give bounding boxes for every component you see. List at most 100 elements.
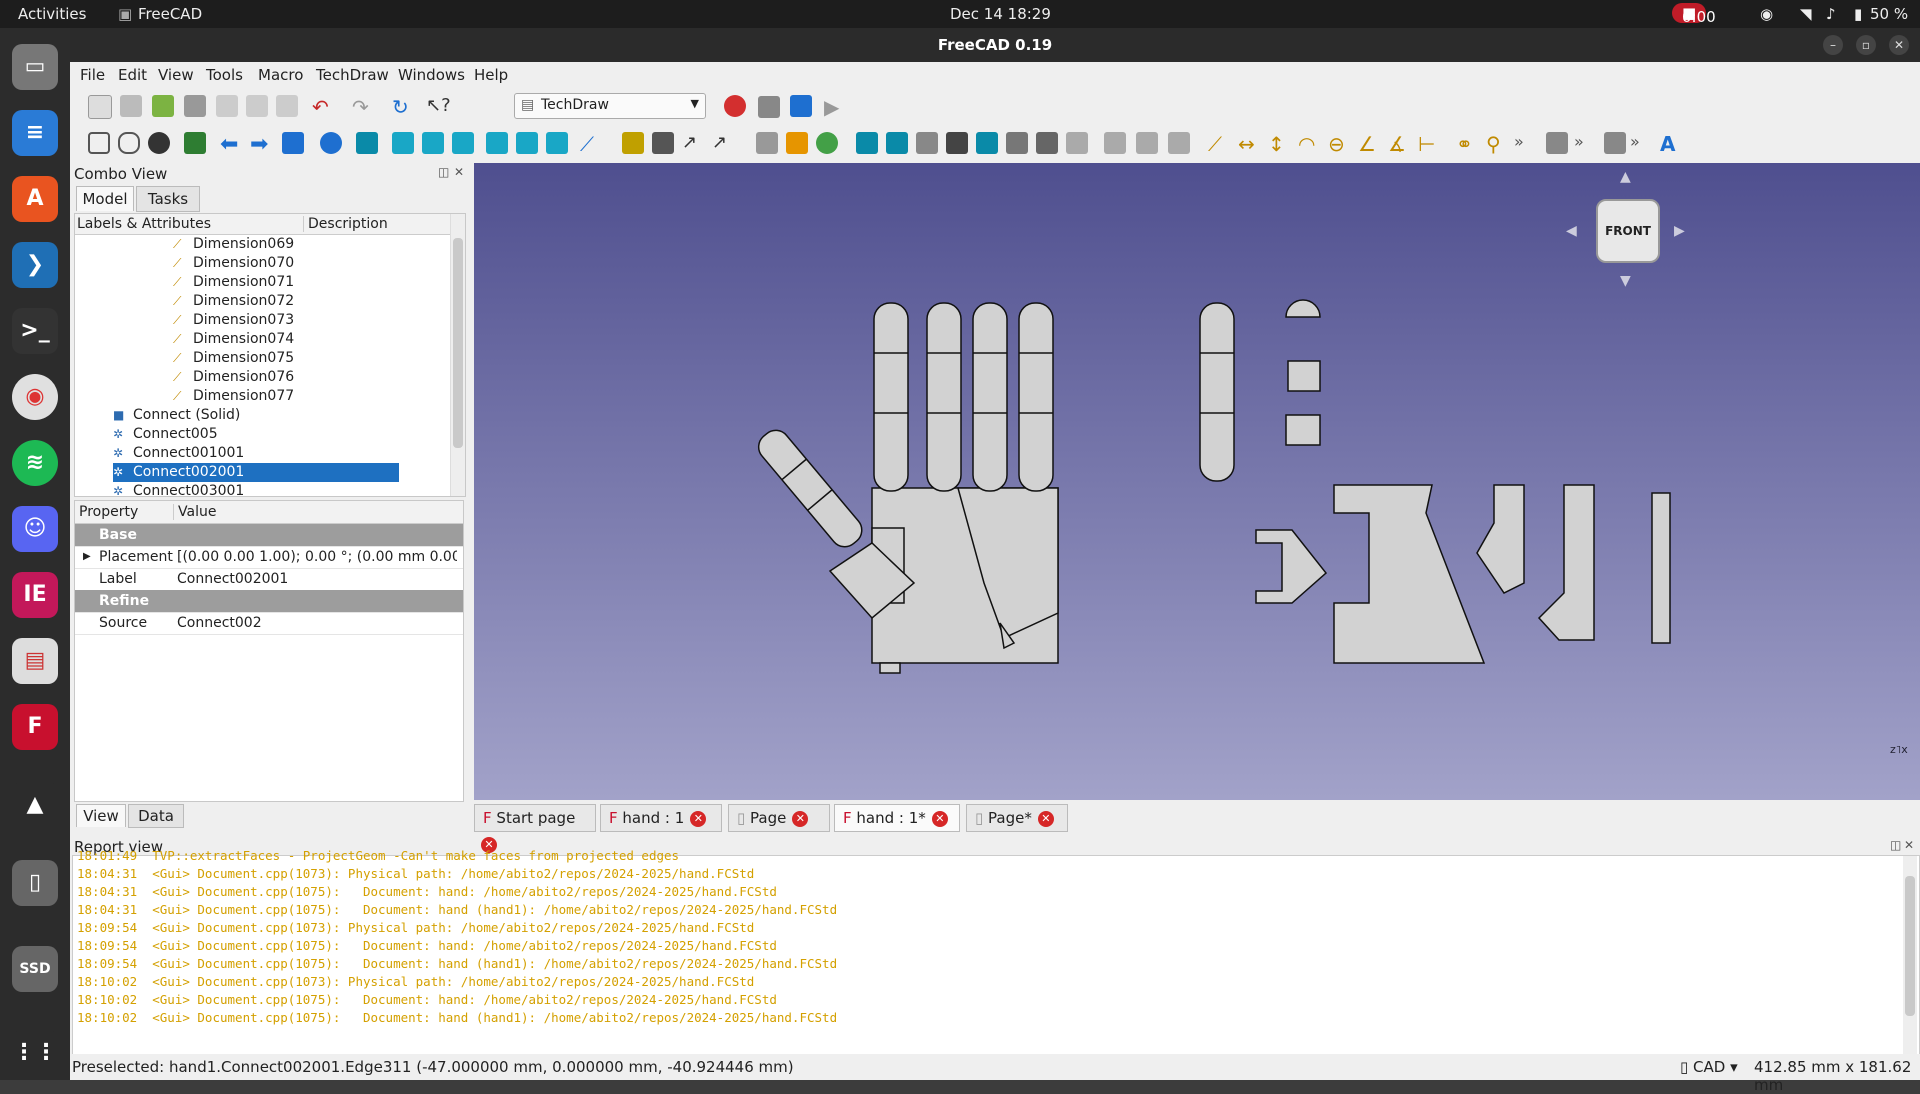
menu-macro[interactable]: Macro <box>258 66 303 84</box>
leader-line-icon[interactable] <box>1546 132 1568 154</box>
tree-item[interactable]: ⟋ Dimension074 <box>173 330 453 349</box>
stop-macro-icon[interactable] <box>758 96 780 118</box>
software-store-icon[interactable]: A <box>12 176 58 222</box>
doc-tab-page[interactable]: ▯ Page ✕ <box>728 804 830 832</box>
document-viewer-icon[interactable]: ▤ <box>12 638 58 684</box>
tab-model[interactable]: Model <box>76 186 134 211</box>
fit-selection-icon[interactable] <box>118 132 140 154</box>
property-value[interactable]: Connect002001 <box>177 568 288 590</box>
link-actions-icon[interactable]: ↗ <box>712 132 734 154</box>
property-value[interactable]: [(0.00 0.00 1.00); 0.00 °; (0.00 mm 0.00… <box>177 546 457 568</box>
tree-item[interactable]: ⟋ Dimension075 <box>173 349 453 368</box>
cut-icon[interactable] <box>216 95 238 117</box>
section-view-icon[interactable] <box>916 132 938 154</box>
float-panel-icon[interactable]: ◫ <box>438 165 449 179</box>
property-group-base[interactable]: Base <box>75 524 463 547</box>
active-view-icon[interactable] <box>886 132 908 154</box>
tree-scrollbar[interactable] <box>450 214 465 496</box>
window-title-bar[interactable]: FreeCAD 0.19 – ▫ ✕ <box>0 28 1920 62</box>
menu-tools[interactable]: Tools <box>206 66 243 84</box>
bounding-box-icon[interactable] <box>184 132 206 154</box>
battery-icon[interactable]: ▮ <box>1854 5 1862 23</box>
symbol-icon[interactable] <box>1036 132 1058 154</box>
spreadsheet-view-icon[interactable] <box>1066 132 1088 154</box>
model-tree[interactable]: Labels & Attributes Description ⟋ Dimensi… <box>74 213 466 499</box>
fit-all-icon[interactable] <box>88 132 110 154</box>
group-icon[interactable] <box>652 132 674 154</box>
intellij-icon[interactable]: IE <box>12 572 58 618</box>
more-icon-3[interactable]: » <box>1630 132 1652 154</box>
menu-view[interactable]: View <box>158 66 194 84</box>
undo-icon[interactable]: ↶ <box>312 95 334 119</box>
terminal-icon[interactable]: >_ <box>12 308 58 354</box>
open-document-icon[interactable] <box>120 95 142 117</box>
copy-icon[interactable] <box>246 95 268 117</box>
rear-view-icon[interactable] <box>486 132 508 154</box>
detail-view-icon[interactable] <box>976 132 998 154</box>
clip-group-icon[interactable] <box>1006 132 1028 154</box>
property-value[interactable]: Connect002 <box>177 612 262 634</box>
tree-item[interactable]: ⟋ Dimension071 <box>173 273 453 292</box>
vertical-dimension-icon[interactable]: ↕ <box>1268 132 1290 156</box>
nav-arrow-up-icon[interactable]: ▲ <box>1620 169 1631 185</box>
new-document-icon[interactable] <box>88 95 112 119</box>
front-view-icon[interactable] <box>392 132 414 154</box>
menu-edit[interactable]: Edit <box>118 66 147 84</box>
vscode-icon[interactable]: ❯ <box>12 242 58 288</box>
nav-arrow-left-icon[interactable]: ◀ <box>1566 223 1577 239</box>
expand-arrow-icon[interactable]: ▶ <box>83 546 91 568</box>
three-point-angle-icon[interactable]: ∡ <box>1388 132 1410 156</box>
tree-item[interactable]: ⟋ Dimension073 <box>173 311 453 330</box>
edit-macro-icon[interactable] <box>790 95 812 117</box>
tree-scrollbar-thumb[interactable] <box>453 238 463 448</box>
isometric-view-icon[interactable] <box>356 132 378 154</box>
close-tab-icon[interactable]: ✕ <box>792 810 809 827</box>
recording-indicator[interactable]: 0:00 ■ <box>1672 3 1716 26</box>
redo-icon[interactable]: ↷ <box>352 95 374 119</box>
3d-view[interactable]: FRONT ▲ ▼ ◀ ▶ z˥x <box>474 163 1920 800</box>
app-grid-icon[interactable]: ⋮⋮ <box>12 1030 58 1076</box>
link-dimension-icon[interactable]: ⚭ <box>1456 132 1478 156</box>
tree-item[interactable]: ■ Connect (Solid) <box>113 406 393 425</box>
angle-dimension-icon[interactable]: ∠ <box>1358 132 1380 156</box>
tab-tasks[interactable]: Tasks <box>136 186 200 212</box>
forward-icon[interactable]: ➡ <box>250 132 272 157</box>
hatch-icon[interactable] <box>1604 132 1626 154</box>
tree-item[interactable]: ⟋ Dimension069 <box>173 235 453 254</box>
menu-techdraw[interactable]: TechDraw <box>316 66 389 84</box>
save-icon[interactable] <box>152 95 174 117</box>
property-row-label[interactable]: Label Connect002001 <box>75 568 463 591</box>
close-tab-icon[interactable]: ✕ <box>690 810 707 827</box>
property-row-placement[interactable]: ▶ Placement [(0.00 0.00 1.00); 0.00 °; (… <box>75 546 463 569</box>
doc-tab-hand-1-modified[interactable]: F hand : 1* ✕ <box>834 804 960 832</box>
menu-help[interactable]: Help <box>474 66 508 84</box>
wifi-icon[interactable]: ◥ <box>1800 5 1812 23</box>
top-view-icon[interactable] <box>422 132 444 154</box>
link-icon[interactable]: ↗ <box>682 132 704 154</box>
new-page-default-icon[interactable] <box>756 132 778 154</box>
menu-file[interactable]: File <box>80 66 105 84</box>
new-page-template-icon[interactable] <box>786 132 808 154</box>
balloon-icon[interactable]: ⚲ <box>1486 132 1508 156</box>
draw-style-icon[interactable] <box>148 132 170 154</box>
bottom-view-icon[interactable] <box>516 132 538 154</box>
record-macro-icon[interactable] <box>724 95 746 117</box>
tree-item[interactable]: ⟋ Dimension077 <box>173 387 453 406</box>
writer-icon[interactable]: ≡ <box>12 110 58 156</box>
print-icon[interactable] <box>184 95 206 117</box>
report-scrollbar-thumb[interactable] <box>1905 876 1915 1016</box>
horizontal-dimension-icon[interactable]: ↔ <box>1238 132 1260 156</box>
inkscape-icon[interactable]: ▲ <box>12 782 58 828</box>
close-icon[interactable]: ✕ <box>1889 35 1909 55</box>
back-icon[interactable]: ⬅ <box>220 132 242 157</box>
radius-dimension-icon[interactable]: ◠ <box>1298 132 1320 156</box>
menu-windows[interactable]: Windows <box>398 66 465 84</box>
more-icon[interactable]: » <box>1514 132 1536 154</box>
freecad-icon[interactable]: F <box>12 704 58 750</box>
disk-icon[interactable]: ▯ <box>12 860 58 906</box>
doc-tab-page-modified[interactable]: ▯ Page* ✕ <box>966 804 1068 832</box>
property-editor[interactable]: Property Value Base ▶ Placement [(0.00 0… <box>74 500 464 802</box>
discord-tray-icon[interactable]: ◉ <box>1760 5 1773 23</box>
app-menu[interactable]: FreeCAD <box>138 5 202 23</box>
more-icon-2[interactable]: » <box>1574 132 1596 154</box>
